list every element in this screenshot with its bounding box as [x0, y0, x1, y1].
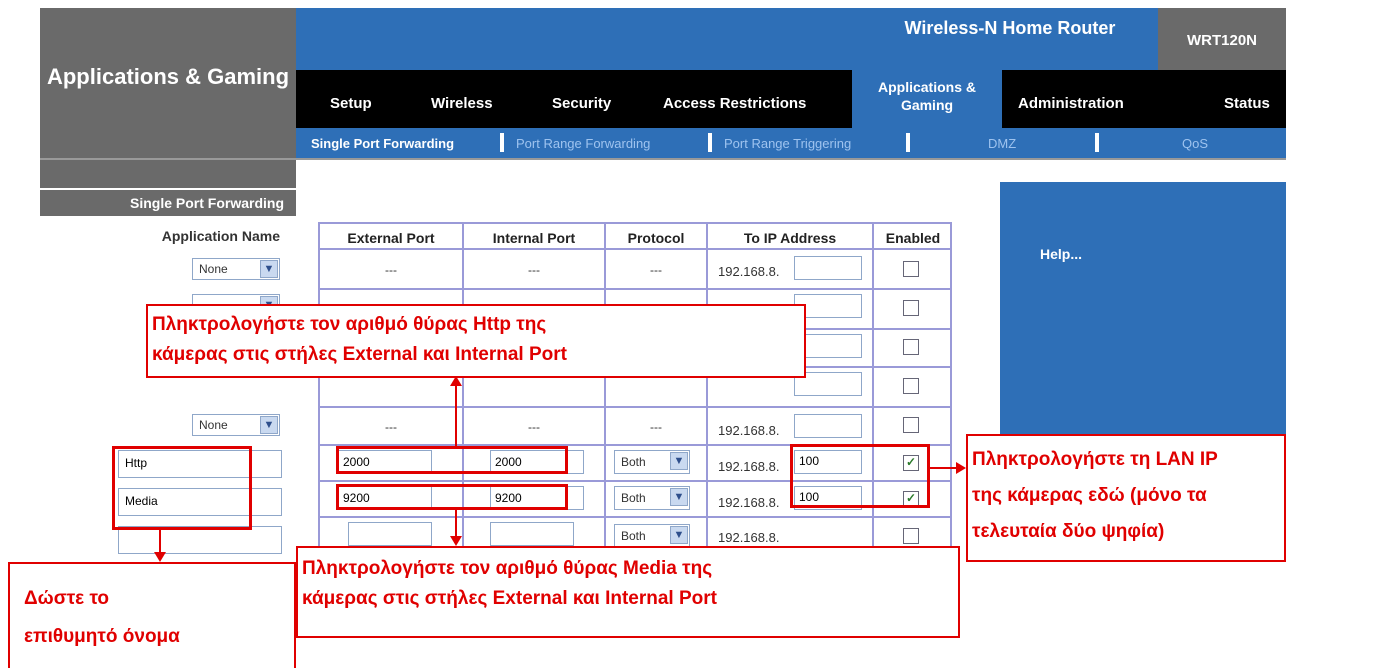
help-panel: [1000, 182, 1286, 442]
ip-last-octet-field[interactable]: [794, 256, 862, 280]
chevron-down-icon: ▼: [670, 488, 688, 506]
model-number: WRT120N: [1158, 8, 1286, 70]
subnav-separator: [1095, 133, 1099, 152]
column-header-to-ip-address: To IP Address: [743, 230, 837, 246]
callout-text: κάμερας στις στήλες External και Interna…: [302, 588, 717, 609]
enabled-checkbox[interactable]: [903, 378, 919, 394]
subtab-qos[interactable]: QoS: [1182, 136, 1208, 151]
product-name: Wireless-N Home Router: [904, 18, 1116, 38]
help-link[interactable]: Help...: [1040, 246, 1082, 262]
application-select[interactable]: None ▼: [192, 414, 280, 436]
subnav-separator: [906, 133, 910, 152]
application-select-value: None: [199, 418, 228, 432]
enabled-checkbox[interactable]: [903, 528, 919, 544]
column-header-internal-port: Internal Port: [492, 230, 576, 246]
protocol-select[interactable]: Both ▼: [614, 524, 690, 548]
divider: [40, 158, 1286, 160]
internal-port-value: ---: [528, 263, 540, 277]
ip-prefix: 192.168.8.: [718, 495, 780, 510]
subtab-port-range-forwarding[interactable]: Port Range Forwarding: [516, 136, 650, 151]
column-header-protocol: Protocol: [627, 230, 685, 246]
tab-status[interactable]: Status: [1224, 95, 1270, 112]
section-heading: Single Port Forwarding: [40, 190, 296, 216]
protocol-select[interactable]: Both ▼: [614, 450, 690, 474]
callout-text: Πληκτρολογήστε τη LAN IP: [972, 449, 1218, 470]
enabled-checkbox[interactable]: [903, 417, 919, 433]
tab-administration[interactable]: Administration: [1018, 95, 1124, 112]
callout-text: της κάμερας εδώ (μόνο τα: [972, 485, 1207, 506]
application-select-value: None: [199, 262, 228, 276]
column-header-external-port: External Port: [347, 230, 435, 246]
application-name-label: Application Name: [161, 228, 280, 244]
chevron-down-icon: ▼: [260, 260, 278, 278]
callout-text: τελευταία δύο ψηφία): [972, 521, 1165, 542]
callout-text: Δώστε το: [24, 588, 110, 609]
callout-name: Δώστε το επιθυμητό όνομα: [8, 562, 296, 668]
application-name-field-empty[interactable]: [118, 526, 282, 554]
callout-text: κάμερας στις στήλες External και Interna…: [152, 344, 567, 365]
page-title: Applications & Gaming: [40, 8, 296, 188]
protocol-select[interactable]: Both ▼: [614, 486, 690, 510]
tab-access-restrictions[interactable]: Access Restrictions: [663, 95, 806, 112]
table-divider: [318, 406, 952, 408]
table-divider: [872, 222, 874, 562]
protocol-select-value: Both: [621, 491, 646, 505]
callout-http-port: Πληκτρολογήστε τον αριθμό θύρας Http της…: [146, 304, 806, 378]
tab-security[interactable]: Security: [552, 95, 611, 112]
subnav-separator: [500, 133, 504, 152]
protocol-select-value: Both: [621, 455, 646, 469]
protocol-value: ---: [650, 420, 662, 434]
subtab-dmz[interactable]: DMZ: [988, 136, 1016, 151]
callout-media-port: Πληκτρολογήστε τον αριθμό θύρας Media τη…: [296, 546, 960, 638]
external-port-value: ---: [385, 263, 397, 277]
table-divider: [318, 516, 952, 518]
enabled-checkbox[interactable]: [903, 261, 919, 277]
callout-text: επιθυμητό όνομα: [24, 626, 180, 647]
callout-lan-ip: Πληκτρολογήστε τη LAN IP της κάμερας εδώ…: [966, 434, 1286, 562]
table-divider: [318, 248, 952, 250]
internal-port-field[interactable]: [490, 522, 574, 546]
table-divider: [706, 222, 708, 562]
highlight-media-ports: [336, 484, 568, 510]
enabled-checkbox[interactable]: [903, 300, 919, 316]
protocol-select-value: Both: [621, 529, 646, 543]
external-port-value: ---: [385, 420, 397, 434]
callout-text: Πληκτρολογήστε τον αριθμό θύρας Http της: [152, 314, 547, 335]
enabled-checkbox[interactable]: [903, 339, 919, 355]
callout-text: Πληκτρολογήστε τον αριθμό θύρας Media τη…: [302, 558, 713, 579]
ip-last-octet-field[interactable]: [794, 414, 862, 438]
column-header-enabled: Enabled: [885, 230, 941, 246]
tab-wireless[interactable]: Wireless: [431, 95, 493, 112]
tab-setup[interactable]: Setup: [330, 95, 372, 112]
highlight-http-ports: [336, 446, 568, 474]
subtab-single-port-forwarding[interactable]: Single Port Forwarding: [311, 136, 454, 151]
highlight-name-fields: [112, 446, 252, 530]
internal-port-value: ---: [528, 420, 540, 434]
highlight-ip-enabled: [790, 444, 930, 508]
chevron-down-icon: ▼: [670, 452, 688, 470]
subnav-separator: [708, 133, 712, 152]
protocol-value: ---: [650, 263, 662, 277]
chevron-down-icon: ▼: [670, 526, 688, 544]
table-divider: [318, 288, 952, 290]
subtab-port-range-triggering[interactable]: Port Range Triggering: [724, 136, 851, 151]
application-select[interactable]: None ▼: [192, 258, 280, 280]
tab-applications-gaming[interactable]: Applications & Gaming: [852, 70, 1002, 132]
ip-prefix: 192.168.8.: [718, 423, 780, 438]
ip-prefix: 192.168.8.: [718, 264, 780, 279]
ip-prefix: 192.168.8.: [718, 530, 780, 545]
ip-prefix: 192.168.8.: [718, 459, 780, 474]
chevron-down-icon: ▼: [260, 416, 278, 434]
external-port-field[interactable]: [348, 522, 432, 546]
